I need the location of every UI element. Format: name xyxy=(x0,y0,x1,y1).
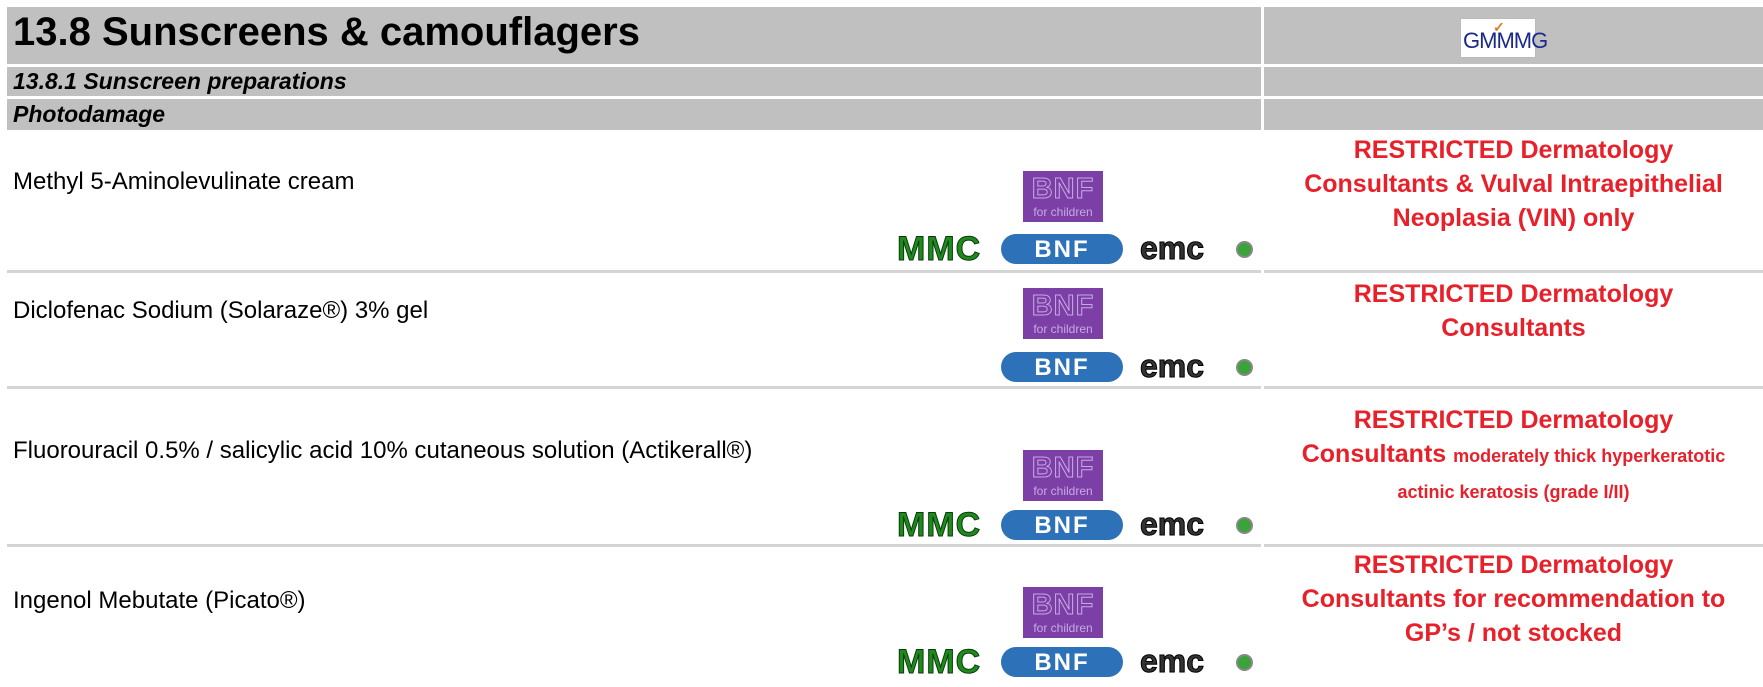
subsection-row xyxy=(7,99,1763,130)
bnf-children-icon[interactable]: BNF for children xyxy=(1023,587,1103,638)
mmc-icon[interactable]: MMC xyxy=(896,643,981,682)
bnf-icon[interactable]: BNF xyxy=(1001,234,1123,264)
row-divider xyxy=(7,544,1763,547)
formulary-sheet: 13.8 Sunscreens & camouflagers GMMMG ✓ 1… xyxy=(0,0,1763,687)
bnf-children-icon[interactable]: BNF for children xyxy=(1023,171,1103,222)
restriction-note: RESTRICTED Dermatology Consultants xyxy=(1353,280,1674,342)
section-heading: 13.8.1 Sunscreen preparations xyxy=(13,68,347,94)
subsection-heading: Photodamage xyxy=(13,101,166,127)
bnf-children-icon[interactable]: BNF for children xyxy=(1023,288,1103,339)
emc-icon[interactable]: emc xyxy=(1138,643,1258,680)
bnf-children-icon[interactable]: BNF for children xyxy=(1023,450,1103,501)
drug-name: Methyl 5-Aminolevulinate cream xyxy=(13,168,355,195)
logo-mark-icon: ✓ xyxy=(1493,19,1505,35)
bnf-icon[interactable]: BNF xyxy=(1001,647,1123,677)
gmmmg-logo: GMMMG ✓ xyxy=(1460,18,1548,58)
emc-icon[interactable]: emc xyxy=(1138,348,1258,385)
emc-icon[interactable]: emc xyxy=(1138,506,1258,543)
restriction-note: RESTRICTED Dermatology Consultants & Vul… xyxy=(1304,136,1723,232)
bnf-icon[interactable]: BNF xyxy=(1001,510,1123,540)
drug-name: Diclofenac Sodium (Solaraze®) 3% gel xyxy=(13,297,429,324)
drug-name: Fluorouracil 0.5% / salicylic acid 10% c… xyxy=(13,437,753,464)
row-divider xyxy=(7,386,1763,389)
drug-name: Ingenol Mebutate (Picato®) xyxy=(13,587,306,614)
restriction-note: RESTRICTED Dermatology Consultants for r… xyxy=(1301,551,1726,647)
mmc-icon[interactable]: MMC xyxy=(896,506,981,545)
row-divider xyxy=(7,270,1763,273)
mmc-icon[interactable]: MMC xyxy=(896,230,981,269)
emc-icon[interactable]: emc xyxy=(1138,230,1258,267)
logo-text: GMMMG xyxy=(1463,28,1548,53)
page-title: 13.8 Sunscreens & camouflagers xyxy=(13,10,640,54)
restriction-note: RESTRICTED Dermatology Consultants moder… xyxy=(1301,406,1726,502)
bnf-icon[interactable]: BNF xyxy=(1001,352,1123,382)
